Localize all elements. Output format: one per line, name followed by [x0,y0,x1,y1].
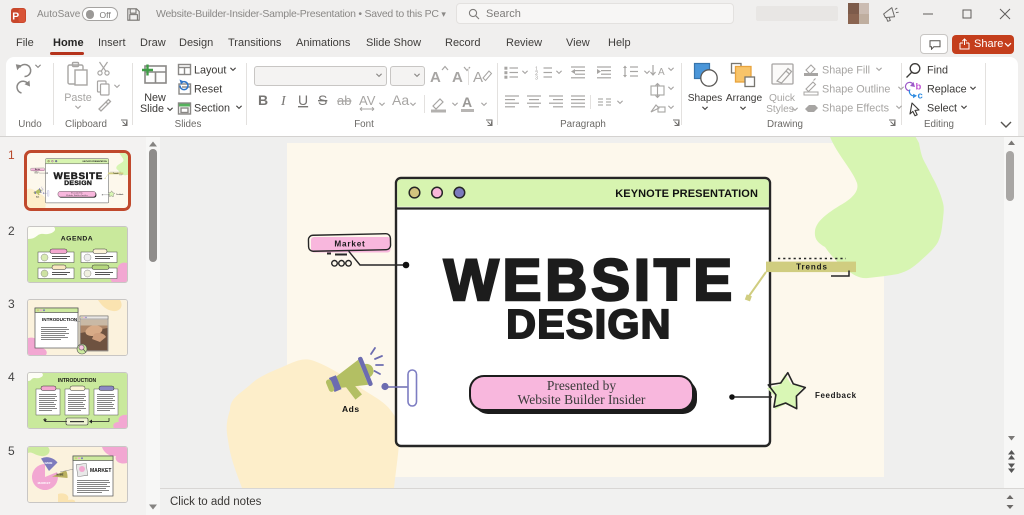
svg-text:Presented by: Presented by [547,378,617,393]
svg-text:ab: ab [337,93,351,108]
svg-text:Paste: Paste [64,92,92,104]
svg-text:AGENDA: AGENDA [61,236,93,243]
svg-text:Slide: Slide [140,103,164,115]
svg-text:Feedback: Feedback [815,391,857,400]
svg-text:Shape Effects: Shape Effects [822,103,890,115]
svg-text:Aa: Aa [392,92,409,108]
svg-text:MARKET: MARKET [90,468,111,474]
svg-text:Styles: Styles [766,104,794,115]
svg-text:Select: Select [927,103,957,115]
svg-text:Shapes: Shapes [688,93,723,104]
svg-text:A: A [452,69,463,86]
svg-text:S: S [318,92,327,108]
svg-text:Market: Market [334,240,365,249]
svg-text:AV: AV [359,93,376,108]
svg-text:INTRODUCTION: INTRODUCTION [58,378,97,384]
svg-text:B: B [258,92,268,108]
svg-text:NAME: NAME [45,461,53,465]
svg-text:Trends: Trends [796,263,828,272]
svg-text:Find: Find [927,65,948,77]
svg-text:A: A [658,67,665,78]
svg-text:A: A [430,69,441,86]
svg-text:Ads: Ads [342,404,360,414]
svg-text:P: P [12,11,19,22]
svg-text:Reset: Reset [194,84,222,96]
svg-text:I: I [280,94,287,109]
svg-text:Shape Outline: Shape Outline [822,84,890,96]
svg-text:A: A [462,94,472,110]
svg-text:A: A [473,69,483,86]
svg-text:KEYNOTE PRESENTATION: KEYNOTE PRESENTATION [615,188,758,200]
svg-text:Section: Section [194,103,230,115]
svg-text:Replace: Replace [927,84,967,96]
svg-text:Quick: Quick [769,93,796,104]
svg-text:NAME: NAME [56,474,63,477]
svg-text:INTRODUCTION: INTRODUCTION [42,317,78,322]
svg-text:MARKET: MARKET [38,481,51,485]
svg-text:3: 3 [535,76,538,82]
svg-text:DESIGN: DESIGN [506,301,672,347]
svg-text:Layout: Layout [194,65,226,77]
svg-text:Arrange: Arrange [726,93,763,104]
svg-text:Website Builder Insider: Website Builder Insider [518,392,646,407]
svg-text:U: U [298,92,308,108]
svg-text:c: c [918,91,923,102]
svg-text:Shape Fill: Shape Fill [822,65,870,77]
